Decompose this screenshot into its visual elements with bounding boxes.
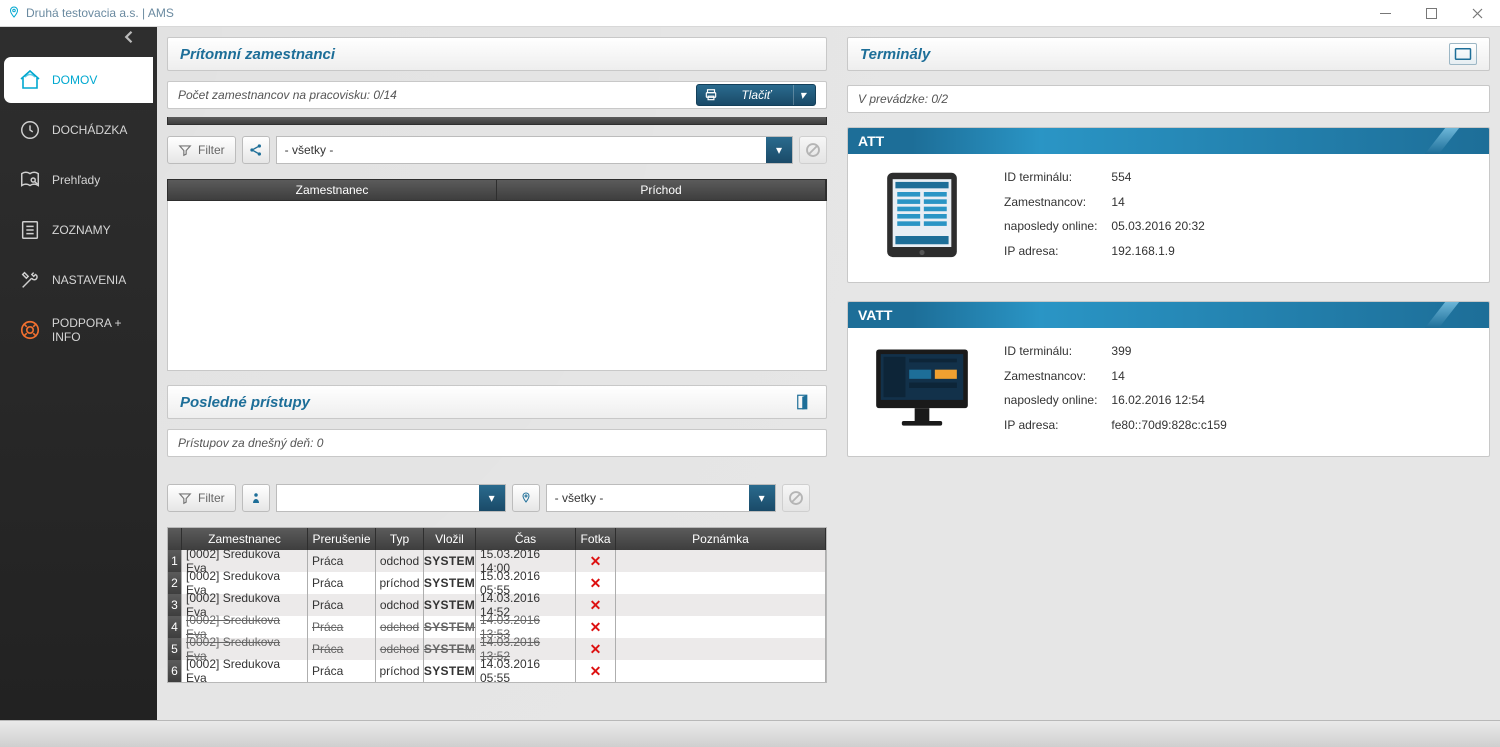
maximize-button[interactable] [1408,0,1454,27]
nav-reports[interactable]: Prehľady [4,157,153,203]
terminals-status: V prevádzke: 0/2 [858,92,948,106]
sidebar: DOMOV DOCHÁDZKA Prehľady ZOZNAMY [0,27,157,720]
tools-icon [18,268,42,292]
table-row[interactable]: 6[0002] Sredukova EvaPrácapríchodSYSTEM1… [168,660,826,682]
nav-settings[interactable]: NASTAVENIA [4,257,153,303]
caret-down-icon: ▾ [749,485,775,511]
present-grid-header: Zamestnanec Príchod [167,179,827,201]
monitor-icon [862,338,982,438]
present-grid-body [167,201,827,371]
nav-label: PODPORA + INFO [52,316,153,344]
close-button[interactable] [1454,0,1500,27]
nav-label: Prehľady [52,173,100,187]
share-icon-button[interactable] [242,136,270,164]
clear-filter-button[interactable] [782,484,810,512]
pin-icon [8,5,20,22]
recent-filter-employee[interactable]: ▾ [276,484,506,512]
terminal-card[interactable]: VATTID terminálu:399Zamestnancov:14napos… [847,301,1490,457]
clear-filter-button[interactable] [799,136,827,164]
terminals-title: Terminály [860,46,930,63]
present-panel: Prítomní zamestnanci Počet zamestnancov … [167,37,827,371]
list-icon [18,218,42,242]
x-icon: ✕ [590,641,602,658]
caret-down-icon: ▾ [766,137,792,163]
minimize-button[interactable] [1362,0,1408,27]
filter-label: Filter [167,136,236,164]
nav-label: NASTAVENIA [52,273,126,287]
expand-terminals-button[interactable] [1449,43,1477,65]
nav-lists[interactable]: ZOZNAMY [4,207,153,253]
x-icon: ✕ [590,619,602,636]
window-title: Druhá testovacia a.s. | AMS [26,6,174,20]
home-icon [18,68,42,92]
recent-table: Zamestnanec Prerušenie Typ Vložil Čas Fo… [167,527,827,683]
nav-support[interactable]: PODPORA + INFO [4,307,153,353]
door-icon[interactable] [792,391,814,413]
book-search-icon [18,168,42,192]
print-button[interactable]: Tlačiť ▾ [696,84,816,106]
caret-down-icon: ▾ [479,485,505,511]
x-icon: ✕ [590,663,602,680]
recent-count: Prístupov za dnešný deň: 0 [178,436,323,450]
filter-label: Filter [167,484,236,512]
nav-label: DOCHÁDZKA [52,123,127,137]
tablet-icon [862,164,982,264]
title-bar: Druhá testovacia a.s. | AMS [0,0,1500,27]
clock-icon [18,118,42,142]
terminal-card[interactable]: ATTID terminálu:554Zamestnancov:14naposl… [847,127,1490,283]
x-icon: ✕ [590,575,602,592]
person-icon-button[interactable] [242,484,270,512]
recent-filter-location[interactable]: - všetky - ▾ [546,484,776,512]
present-title: Prítomní zamestnanci [180,46,335,63]
caret-down-icon: ▾ [793,85,811,105]
nav-home[interactable]: DOMOV [4,57,153,103]
x-icon: ✕ [590,553,602,570]
print-label: Tlačiť [741,88,771,102]
recent-title: Posledné prístupy [180,394,310,411]
nav-label: DOMOV [52,73,97,87]
pin-icon-button[interactable] [512,484,540,512]
status-bar [0,720,1500,747]
x-icon: ✕ [590,597,602,614]
nav-attendance[interactable]: DOCHÁDZKA [4,107,153,153]
present-count: Počet zamestnancov na pracovisku: 0/14 [178,88,397,102]
lifebuoy-icon [18,318,42,342]
recent-panel: Posledné prístupy Prístupov za dnešný de… [167,385,827,683]
printer-icon [703,88,719,102]
nav-label: ZOZNAMY [52,223,111,237]
present-filter-combo[interactable]: - všetky - ▾ [276,136,793,164]
sidebar-collapse-button[interactable] [0,27,157,47]
